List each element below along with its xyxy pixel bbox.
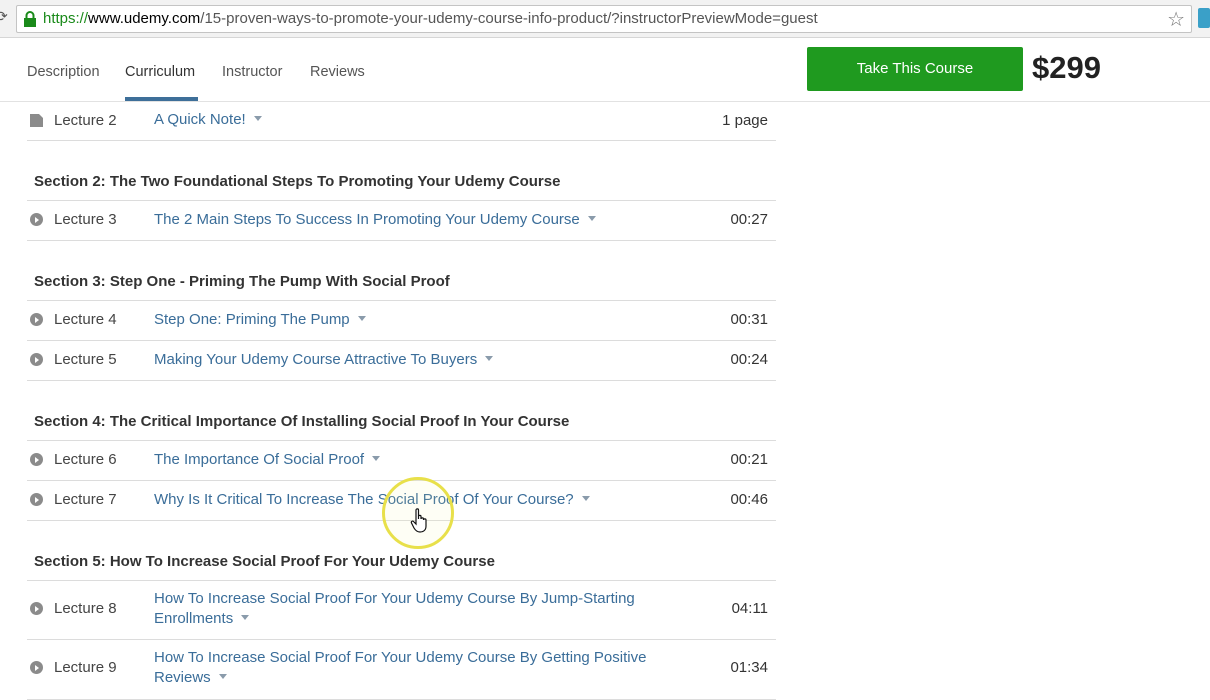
lecture-title-link[interactable]: The 2 Main Steps To Success In Promoting… (154, 210, 694, 230)
lecture-number: Lecture 7 (54, 491, 117, 508)
chevron-down-icon[interactable] (485, 356, 494, 361)
chevron-down-icon[interactable] (253, 116, 262, 121)
lecture-row[interactable]: Lecture 8 How To Increase Social Proof F… (27, 581, 776, 640)
bookmark-star-icon[interactable]: ☆ (1167, 7, 1185, 31)
lecture-row[interactable]: Lecture 5 Making Your Udemy Course Attra… (27, 341, 776, 381)
url-field[interactable]: https://www.udemy.com/15-proven-ways-to-… (16, 5, 1192, 33)
lecture-row[interactable]: Lecture 2 A Quick Note! 1 page (27, 102, 776, 141)
lecture-duration: 04:11 (731, 600, 768, 617)
lecture-title-link[interactable]: How To Increase Social Proof For Your Ud… (154, 589, 674, 629)
chevron-down-icon[interactable] (581, 496, 590, 501)
play-icon (30, 353, 43, 366)
chevron-down-icon[interactable] (372, 456, 381, 461)
lecture-number: Lecture 2 (54, 112, 117, 129)
play-icon (30, 602, 43, 615)
chevron-down-icon[interactable] (587, 216, 596, 221)
section-title: Section 4: The Critical Importance Of In… (34, 413, 570, 430)
section-title: Section 2: The Two Foundational Steps To… (34, 173, 561, 190)
lecture-title-link[interactable]: The Importance Of Social Proof (154, 450, 694, 470)
play-icon (30, 213, 43, 226)
lecture-duration: 00:27 (730, 211, 768, 228)
lecture-title-link[interactable]: How To Increase Social Proof For Your Ud… (154, 648, 674, 688)
browser-address-bar: ⟳ https://www.udemy.com/15-proven-ways-t… (0, 0, 1210, 38)
lecture-number: Lecture 9 (54, 659, 117, 676)
chevron-down-icon[interactable] (357, 316, 366, 321)
play-icon (30, 453, 43, 466)
play-icon (30, 493, 43, 506)
lecture-number: Lecture 6 (54, 451, 117, 468)
tab-curriculum[interactable]: Curriculum (125, 64, 195, 80)
lecture-row[interactable]: Lecture 9 How To Increase Social Proof F… (27, 640, 776, 700)
hand-cursor-icon (410, 508, 427, 533)
lecture-duration: 01:34 (730, 659, 768, 676)
lecture-title-link[interactable]: Making Your Udemy Course Attractive To B… (154, 350, 694, 370)
active-tab-indicator (125, 97, 198, 101)
tab-description[interactable]: Description (27, 64, 100, 80)
lecture-number: Lecture 5 (54, 351, 117, 368)
lecture-number: Lecture 8 (54, 600, 117, 617)
lecture-number: Lecture 4 (54, 311, 117, 328)
document-icon (30, 114, 43, 127)
lecture-duration: 00:21 (730, 451, 768, 468)
lock-icon (24, 11, 36, 27)
lecture-duration: 1 page (722, 112, 768, 129)
take-this-course-button[interactable]: Take This Course (807, 47, 1023, 91)
lecture-row[interactable]: Lecture 4 Step One: Priming The Pump 00:… (27, 301, 776, 341)
tab-reviews[interactable]: Reviews (310, 64, 365, 80)
lecture-title-link[interactable]: Step One: Priming The Pump (154, 310, 694, 330)
url-text: https://www.udemy.com/15-proven-ways-to-… (43, 10, 818, 27)
chevron-down-icon[interactable] (218, 674, 227, 679)
extension-icon[interactable] (1198, 8, 1210, 28)
lecture-duration: 00:46 (730, 491, 768, 508)
chevron-down-icon[interactable] (241, 615, 250, 620)
lecture-duration: 00:31 (730, 311, 768, 328)
lecture-duration: 00:24 (730, 351, 768, 368)
play-icon (30, 661, 43, 674)
course-nav: Description Curriculum Instructor Review… (0, 38, 1210, 102)
lecture-title-link[interactable]: A Quick Note! (154, 110, 694, 130)
lecture-row[interactable]: Lecture 6 The Importance Of Social Proof… (27, 441, 776, 481)
reload-icon[interactable]: ⟳ (0, 9, 8, 25)
course-price: $299 (1032, 50, 1101, 85)
lecture-number: Lecture 3 (54, 211, 117, 228)
section-title: Section 5: How To Increase Social Proof … (34, 553, 495, 570)
play-icon (30, 313, 43, 326)
lecture-row[interactable]: Lecture 3 The 2 Main Steps To Success In… (27, 201, 776, 241)
section-title: Section 3: Step One - Priming The Pump W… (34, 273, 450, 290)
tab-instructor[interactable]: Instructor (222, 64, 282, 80)
